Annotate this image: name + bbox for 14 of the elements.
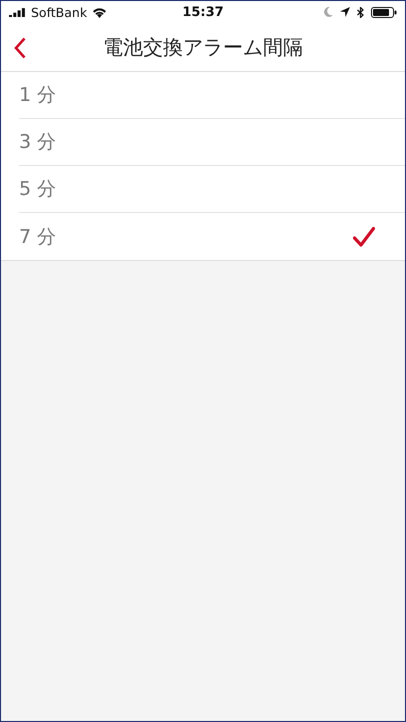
status-time: 15:37 (182, 4, 224, 20)
screen-title: 電池交換アラーム間隔 (103, 34, 303, 60)
signal-icon (9, 7, 26, 17)
carrier-name: SoftBank (31, 4, 88, 20)
option-row[interactable]: 7 分 (19, 213, 405, 260)
bluetooth-icon (357, 6, 364, 18)
option-row[interactable]: 3 分 (19, 119, 405, 166)
battery-icon (371, 6, 398, 18)
location-icon (340, 7, 350, 17)
checkmark-icon (353, 226, 375, 246)
option-row[interactable]: 5 分 (19, 166, 405, 213)
option-row[interactable]: 1 分 (19, 72, 405, 119)
moon-icon (324, 7, 334, 17)
wifi-icon (92, 6, 108, 18)
